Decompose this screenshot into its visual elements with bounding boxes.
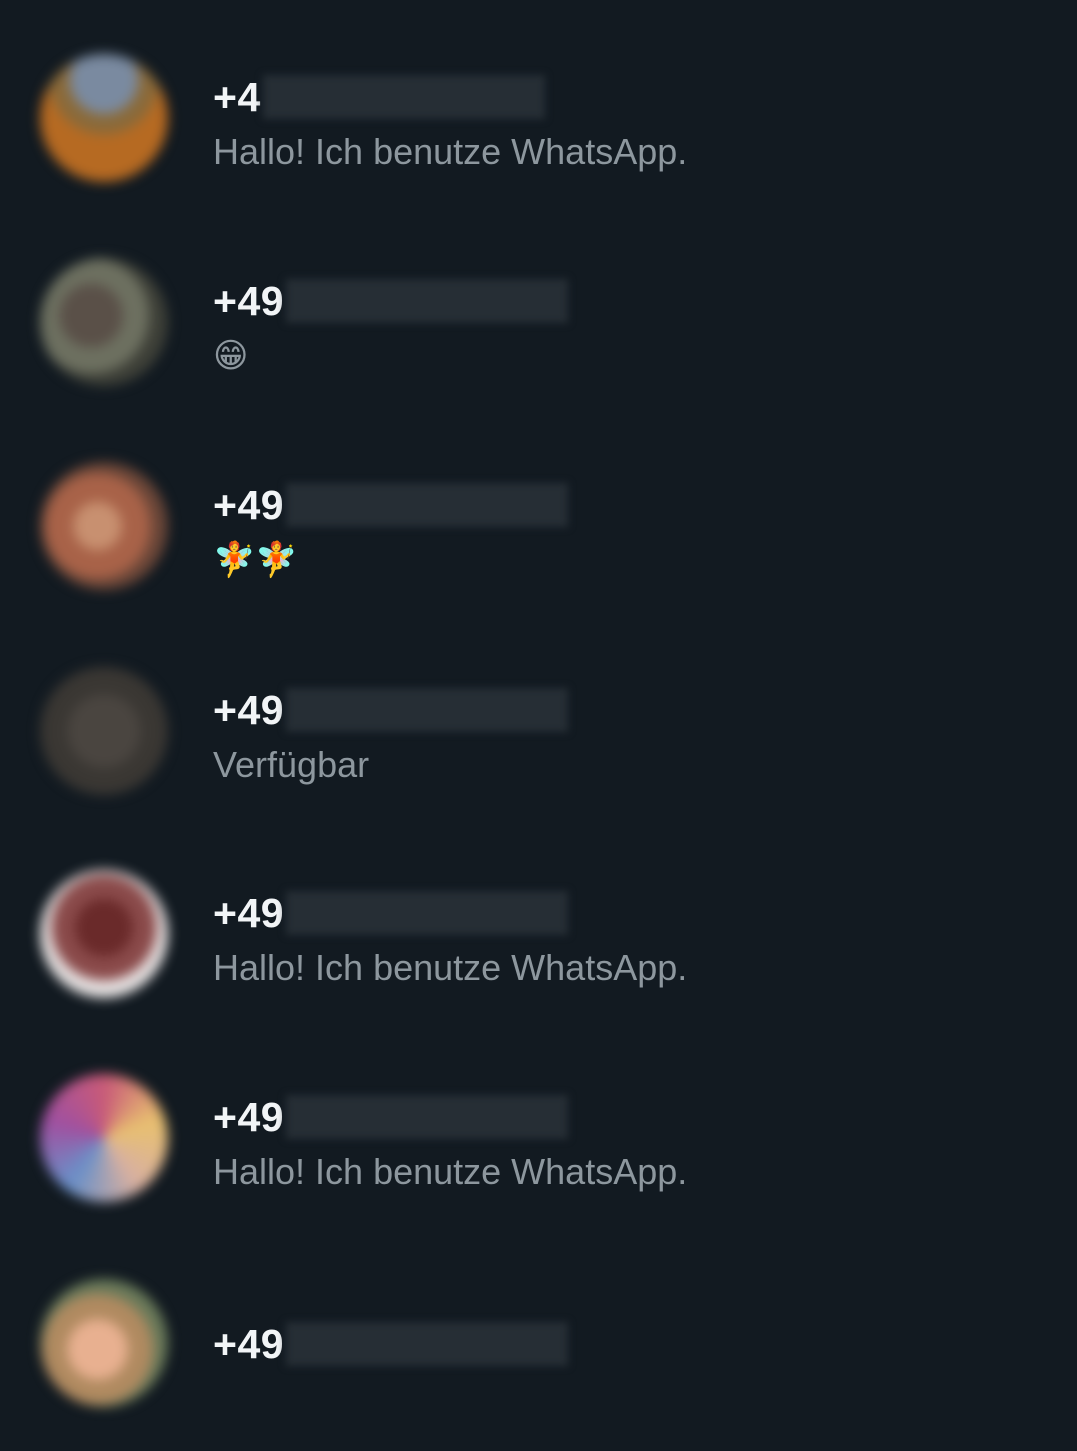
- contact-text: +49: [213, 1321, 569, 1367]
- contact-row[interactable]: +4 Hallo! Ich benutze WhatsApp.: [0, 0, 1077, 204]
- contact-name: +4: [213, 74, 687, 120]
- contact-status: Verfügbar: [213, 744, 370, 785]
- redacted-phone-digits: [286, 483, 569, 527]
- contact-status: Hallo! Ich benutze WhatsApp.: [213, 947, 688, 988]
- contact-text: +49 Hallo! Ich benutze WhatsApp.: [213, 1094, 687, 1194]
- contact-name: +49: [213, 1321, 569, 1367]
- phone-number: +49: [213, 482, 285, 528]
- redacted-phone-digits: [286, 279, 569, 323]
- contact-row[interactable]: +49 🧚🧚: [0, 408, 1077, 612]
- phone-number: +49: [213, 687, 285, 733]
- avatar[interactable]: [40, 258, 168, 386]
- fairy-emoji-icon: 🧚🧚: [213, 540, 298, 580]
- redacted-phone-digits: [286, 1095, 569, 1139]
- contact-text: +4 Hallo! Ich benutze WhatsApp.: [213, 74, 687, 174]
- phone-number: +49: [213, 1094, 285, 1140]
- grinning-face-emoji-icon: 😁: [213, 336, 249, 376]
- avatar[interactable]: [40, 1279, 168, 1407]
- contact-list: +4 Hallo! Ich benutze WhatsApp. +49 😁 +4…: [0, 0, 1077, 1451]
- contact-row[interactable]: +49 Hallo! Ich benutze WhatsApp.: [0, 1020, 1077, 1224]
- redacted-phone-digits: [286, 1322, 569, 1366]
- avatar[interactable]: [40, 870, 168, 998]
- avatar[interactable]: [40, 54, 168, 182]
- contact-status: Hallo! Ich benutze WhatsApp.: [213, 1151, 688, 1192]
- contact-status: Hallo! Ich benutze WhatsApp.: [213, 131, 688, 172]
- phone-number: +4: [213, 74, 261, 120]
- avatar[interactable]: [40, 667, 168, 795]
- redacted-phone-digits: [262, 75, 545, 119]
- contact-name: +49: [213, 482, 569, 528]
- contact-row[interactable]: +49 Hallo! Ich benutze WhatsApp.: [0, 816, 1077, 1020]
- contact-text: +49 🧚🧚: [213, 482, 569, 582]
- contact-text: +49 Verfügbar: [213, 687, 569, 787]
- avatar[interactable]: [40, 462, 168, 590]
- contact-name: +49: [213, 890, 687, 936]
- phone-number: +49: [213, 1321, 285, 1367]
- redacted-phone-digits: [286, 891, 569, 935]
- contact-text: +49 😁: [213, 278, 569, 378]
- contact-name: +49: [213, 278, 569, 324]
- contact-name: +49: [213, 687, 569, 733]
- contact-row[interactable]: +49 Verfügbar: [0, 613, 1077, 817]
- contact-text: +49 Hallo! Ich benutze WhatsApp.: [213, 890, 687, 990]
- redacted-phone-digits: [286, 688, 569, 732]
- contact-name: +49: [213, 1094, 687, 1140]
- contact-row[interactable]: +49 😁: [0, 204, 1077, 408]
- avatar[interactable]: [40, 1074, 168, 1202]
- contact-row[interactable]: +49: [0, 1225, 1077, 1429]
- phone-number: +49: [213, 278, 285, 324]
- phone-number: +49: [213, 890, 285, 936]
